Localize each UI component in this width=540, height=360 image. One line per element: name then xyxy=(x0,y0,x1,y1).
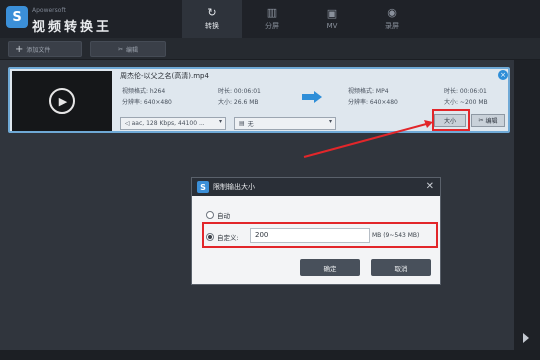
app-logo-icon: S xyxy=(197,181,209,193)
option-auto[interactable]: 自动 xyxy=(206,210,230,220)
cancel-button[interactable]: 取消 xyxy=(371,259,431,276)
dialog-title: 限制输出大小 xyxy=(213,183,255,191)
close-icon[interactable]: ✕ xyxy=(426,181,434,192)
ok-button[interactable]: 确定 xyxy=(300,259,360,276)
option-auto-label: 自动 xyxy=(217,212,230,220)
custom-option-highlight xyxy=(202,222,438,248)
limit-output-size-dialog: S 限制输出大小 ✕ 自动 自定义: 200 MB (9~543 MB) 确定 … xyxy=(191,177,441,285)
radio-auto[interactable] xyxy=(206,211,214,219)
dialog-title-bar: S 限制输出大小 ✕ xyxy=(192,178,440,196)
